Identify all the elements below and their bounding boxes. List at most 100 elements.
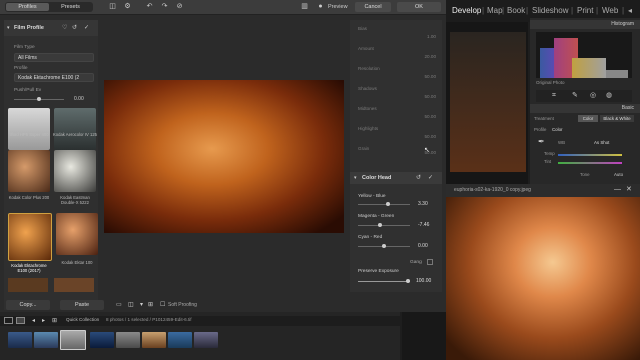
redo-icon[interactable]: ↷ — [160, 3, 169, 11]
module-map[interactable]: Map — [487, 0, 503, 22]
filmstrip-toolbar: ◂ ▸ ⊞ Quick Collection 8 photos / 1 sele… — [0, 316, 400, 326]
check-icon[interactable]: ✓ — [428, 174, 433, 182]
color-head-header[interactable]: ▾ Color Head ↺ ✓ — [350, 172, 442, 184]
tint-slider[interactable] — [558, 162, 622, 164]
thumb-aerocolor[interactable] — [54, 108, 96, 150]
thumb-ilford[interactable] — [8, 108, 50, 150]
grid-view-icon[interactable] — [4, 317, 13, 324]
treatment-color-button[interactable]: Color — [578, 115, 598, 122]
treatment-bw-button[interactable]: Black & White — [600, 115, 634, 122]
reset-icon[interactable]: ⊘ — [175, 3, 184, 11]
cursor-icon: ↖ — [424, 147, 430, 154]
tab-profiles[interactable]: Profiles — [6, 3, 49, 11]
film-type-select[interactable]: All Films — [14, 53, 94, 62]
preserve-exposure-value: 100.00 — [416, 278, 432, 284]
yellow-blue-slider[interactable] — [358, 204, 410, 205]
profile-value[interactable]: Color — [552, 127, 563, 132]
tab-presets[interactable]: Presets — [49, 3, 92, 11]
profiles-presets-tabs: Profiles Presets — [5, 2, 93, 12]
tone-label: Tone — [580, 172, 590, 177]
preserve-exposure-knob[interactable] — [406, 279, 410, 283]
checkbox-icon[interactable]: ☐ — [160, 301, 165, 309]
module-develop[interactable]: Develop — [452, 0, 481, 22]
redeye-icon[interactable]: ◎ — [590, 92, 596, 100]
thumb-colorplus[interactable] — [8, 150, 50, 192]
magenta-green-knob[interactable] — [378, 223, 382, 227]
split-view-icon[interactable]: ▥ — [300, 3, 309, 11]
split-view-icon[interactable]: ◫ — [128, 301, 134, 309]
compare-icon[interactable]: ◫ — [108, 3, 117, 11]
magenta-green-slider[interactable] — [358, 225, 410, 226]
wb-label: WB — [558, 140, 566, 145]
filmstrip-thumb[interactable] — [90, 332, 114, 348]
filmstrip-thumb-selected[interactable] — [60, 330, 86, 350]
chevron-down-icon: ▾ — [354, 175, 357, 181]
chevron-down-icon[interactable]: ▾ — [140, 301, 143, 309]
adjustment-label: Bias — [358, 26, 367, 31]
filmstrip-thumb[interactable] — [142, 332, 166, 348]
film-thumb-label: Kodak Ektar 100 — [61, 260, 93, 265]
module-book[interactable]: Book — [507, 0, 525, 22]
grid-icon[interactable]: ⊞ — [52, 317, 57, 325]
forward-arrow-icon[interactable]: ▸ — [42, 317, 45, 325]
back-arrow-icon[interactable]: ◂ — [32, 317, 35, 325]
color-head-slider-value: -7.46 — [418, 222, 430, 228]
ok-button[interactable]: OK — [397, 2, 441, 12]
preview-toggle-icon[interactable]: ● — [316, 3, 325, 11]
plugin-window: Profiles Presets ◫ ⚙ ↶ ↷ ⊘ ▥ ● Preview C… — [0, 0, 446, 312]
quick-collection-label[interactable]: Quick Collection — [66, 317, 99, 322]
adjustment-label: Grain — [358, 146, 370, 151]
basic-header[interactable]: Basic — [530, 104, 640, 113]
film-profile-header[interactable]: ▾ Film Profile ♡ ↺ ✓ — [4, 20, 98, 36]
filmstrip-thumb[interactable] — [116, 332, 140, 348]
close-icon[interactable]: ✕ — [626, 186, 632, 194]
profile-label: Profile — [534, 127, 547, 132]
preserve-exposure-slider[interactable] — [358, 281, 410, 282]
profile-select[interactable]: Kodak Ektachrome E100 (2 — [14, 73, 94, 82]
undo-icon[interactable]: ↶ — [145, 3, 154, 11]
minimize-icon[interactable]: — — [614, 186, 621, 194]
reset-icon[interactable]: ↺ — [72, 24, 77, 32]
crop-icon[interactable]: ⌗ — [552, 92, 556, 100]
copy-button[interactable]: Copy... — [6, 300, 50, 310]
gang-label: Gang — [410, 260, 422, 265]
cyan-red-knob[interactable] — [382, 244, 386, 248]
filmstrip-thumb[interactable] — [194, 332, 218, 348]
thumb-partial[interactable] — [8, 278, 48, 292]
filmstrip-thumb[interactable] — [8, 332, 32, 348]
compare-icon[interactable]: ⊞ — [148, 301, 153, 309]
yellow-blue-knob[interactable] — [386, 202, 390, 206]
mask-icon[interactable]: ◍ — [606, 92, 612, 100]
color-head-slider-value: 0.00 — [418, 243, 428, 249]
thumb-double-x[interactable] — [54, 150, 96, 192]
chevron-down-icon: ▾ — [7, 25, 10, 31]
gear-icon[interactable]: ⚙ — [123, 3, 132, 11]
wb-value[interactable]: As Shot — [594, 140, 609, 145]
check-icon[interactable]: ✓ — [84, 24, 89, 32]
histogram-header[interactable]: Histogram — [530, 20, 640, 29]
preserve-exposure-label: Preserve Exposure — [358, 269, 399, 274]
thumb-partial[interactable] — [54, 278, 94, 292]
plugin-toolbar: Profiles Presets ◫ ⚙ ↶ ↷ ⊘ ▥ ● Preview C… — [0, 0, 446, 15]
filmstrip-thumb[interactable] — [168, 332, 192, 348]
auto-button[interactable]: Auto — [614, 172, 623, 177]
filmstrip-thumb[interactable] — [34, 332, 58, 348]
brush-icon[interactable]: ✎ — [572, 92, 578, 100]
treatment-label: Treatment — [534, 116, 554, 121]
gang-checkbox[interactable] — [427, 259, 433, 265]
thumb-ektar[interactable] — [56, 213, 98, 255]
cancel-button[interactable]: Cancel — [355, 2, 391, 12]
reset-icon[interactable]: ↺ — [416, 174, 421, 182]
film-thumb-label: Kodak Eastman Double-X 5222 — [60, 195, 90, 205]
adjustment-value: 50.00 — [424, 94, 437, 99]
paste-button[interactable]: Paste — [60, 300, 104, 310]
single-view-icon[interactable]: ▭ — [116, 301, 122, 309]
adjustment-label: Resolution — [358, 66, 380, 71]
push-pull-knob[interactable] — [37, 97, 41, 101]
heart-icon[interactable]: ♡ — [62, 24, 67, 32]
adjustment-value: 20.00 — [424, 54, 437, 59]
thumb-ektachrome-selected[interactable] — [8, 213, 52, 261]
temp-slider[interactable] — [558, 154, 622, 156]
loupe-view-icon[interactable] — [16, 317, 25, 324]
eyedropper-icon[interactable]: ✒ — [538, 138, 545, 146]
